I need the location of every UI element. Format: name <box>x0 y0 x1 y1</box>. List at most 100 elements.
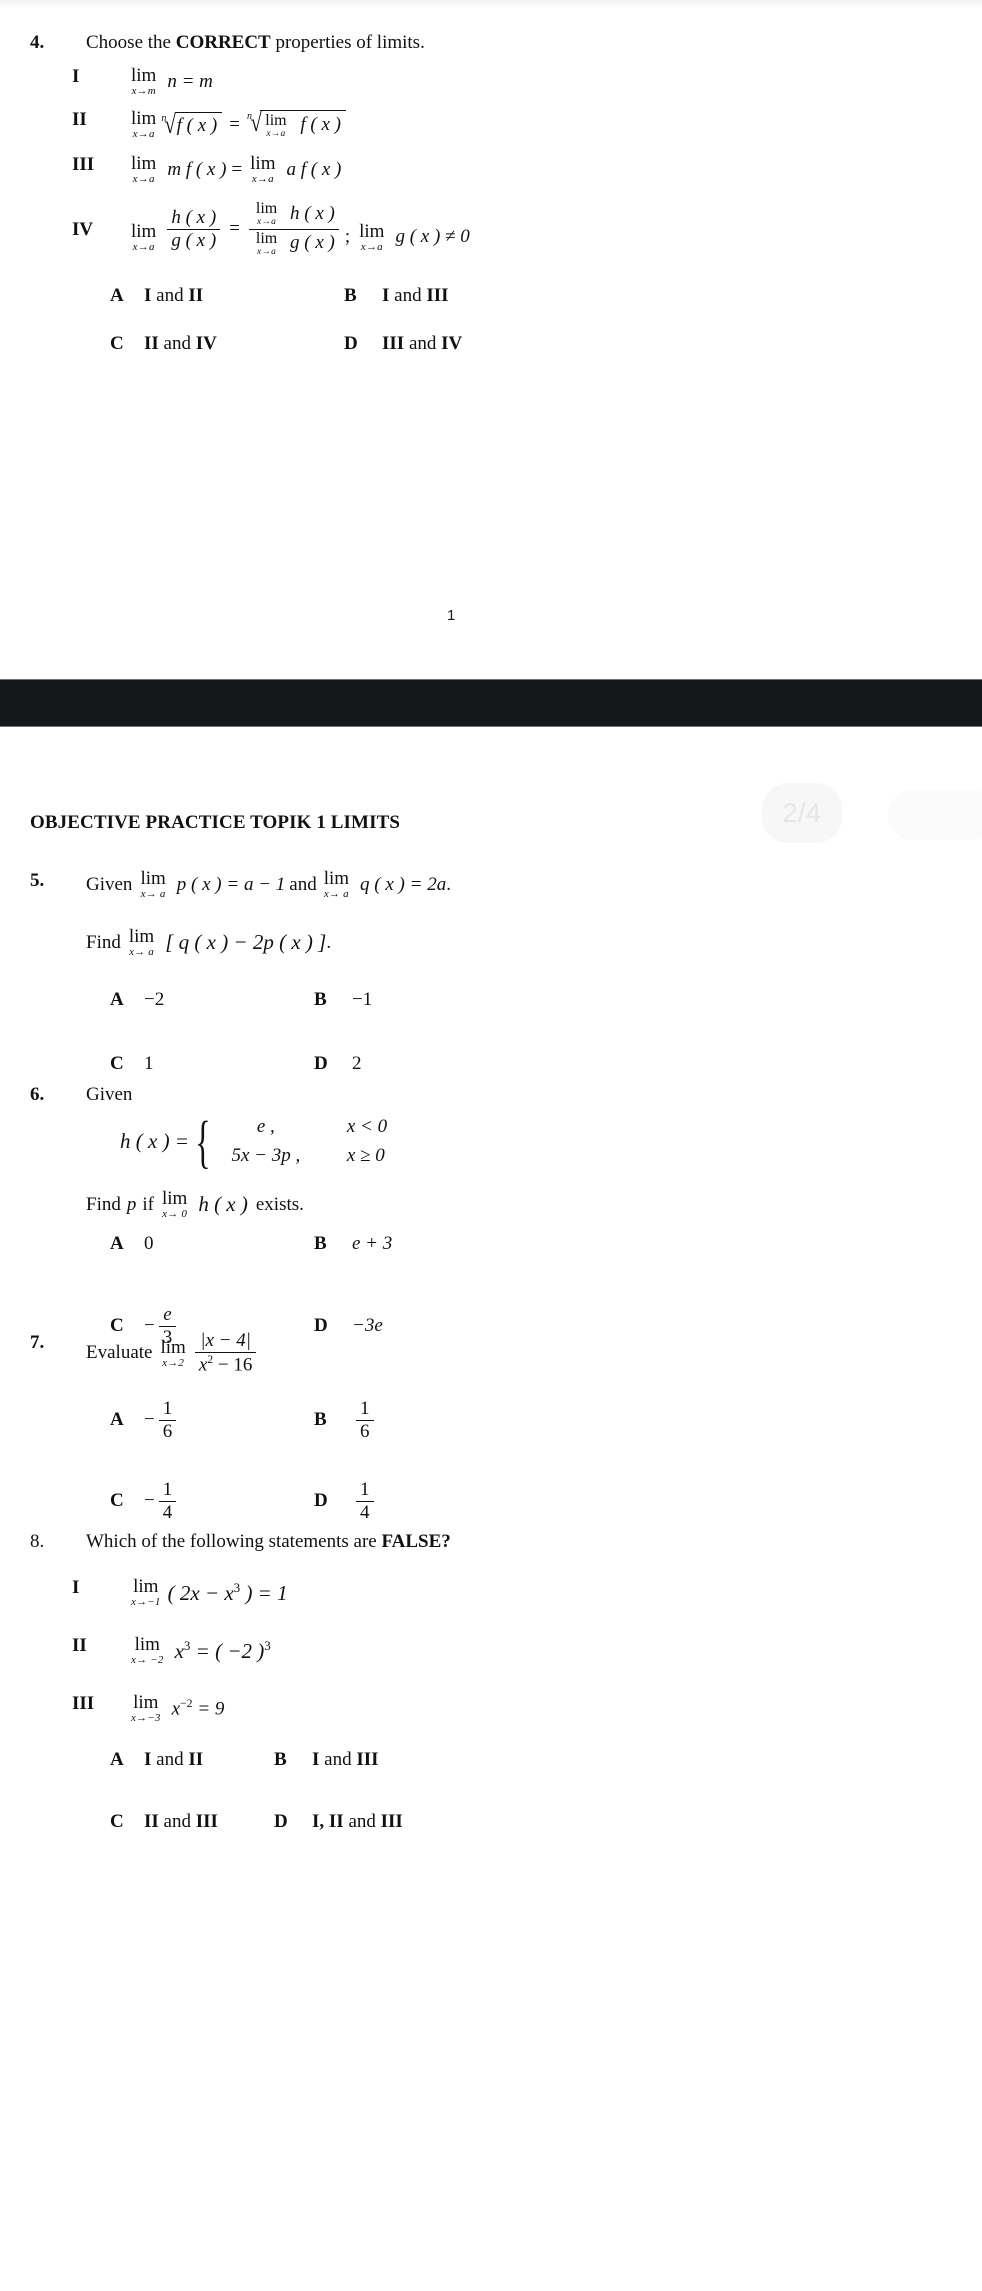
radical-radicand: lim x→a f ( x ) <box>260 109 346 140</box>
statement-3-rhs: a f ( x ) <box>286 158 342 180</box>
semicolon-separator: ; <box>344 226 351 247</box>
option-label-a[interactable]: A <box>110 1749 144 1771</box>
option-value-c[interactable]: 1 <box>144 1053 314 1075</box>
question-5: 5. Given lim x→ a p ( x ) = a − 1 and li… <box>30 869 451 900</box>
option-label-c[interactable]: C <box>110 1490 144 1512</box>
option-label-b[interactable]: B <box>344 285 382 307</box>
statement-3-lhs: m f ( x ) <box>167 158 227 180</box>
option-value-d[interactable]: −3e <box>352 1315 392 1337</box>
option-value-b[interactable]: e + 3 <box>352 1233 392 1255</box>
question-4-prompt-pre: Choose the <box>86 32 176 53</box>
option-label-a[interactable]: A <box>110 285 144 307</box>
radical-rhs: n √ lim x→a f ( x ) <box>247 109 346 140</box>
option-value-d[interactable]: 14 <box>352 1479 378 1523</box>
limit-op-text: lim <box>255 229 278 247</box>
document-scroll-area[interactable]: 4. Choose the CORRECT properties of limi… <box>0 0 982 2291</box>
limit-subscript: x→a <box>257 246 277 257</box>
option-value-b[interactable]: −1 <box>352 989 372 1011</box>
question-6-number: 6. <box>30 1084 45 1105</box>
option-value-b[interactable]: 16 <box>352 1399 378 1442</box>
limit-op-text: lim <box>134 1634 160 1655</box>
document-page-1: 4. Choose the CORRECT properties of limi… <box>0 9 982 679</box>
question-8-prompt-emphasis: FALSE? <box>381 1531 451 1552</box>
statement-roman-ii: II <box>72 109 87 130</box>
question-4-options: A I and II B I and III C II and IV D III… <box>110 285 462 355</box>
option-value-a[interactable]: 0 <box>144 1233 314 1255</box>
limit-op-text: lim <box>160 1336 186 1358</box>
page-indicator-badge[interactable]: 2/4 <box>762 783 842 843</box>
option-value-d[interactable]: I, II and III <box>312 1811 403 1833</box>
limit-subscript: x→m <box>131 85 156 97</box>
fraction-lhs: h ( x ) g ( x ) <box>167 207 221 251</box>
limit-operator: lim x→ −2 <box>131 1635 164 1666</box>
option-label-d[interactable]: D <box>274 1811 312 1833</box>
question-4-prompt-emphasis: CORRECT <box>175 32 271 53</box>
question-6: 6. Given <box>30 1083 132 1108</box>
limit-subscript: x→a <box>132 240 155 253</box>
find-suffix: exists. <box>255 1193 304 1215</box>
option-label-d[interactable]: D <box>314 1053 352 1075</box>
option-label-b[interactable]: B <box>314 1233 352 1255</box>
option-value-d[interactable]: III and IV <box>382 333 462 355</box>
option-label-b[interactable]: B <box>314 1409 352 1431</box>
option-label-b[interactable]: B <box>314 989 352 1011</box>
question-8-number: 8. <box>30 1531 45 1552</box>
limit-operator: lim x→a <box>265 112 286 140</box>
option-value-c[interactable]: II and III <box>144 1811 274 1833</box>
option-label-d[interactable]: D <box>314 1490 352 1512</box>
option-value-a[interactable]: −2 <box>144 989 314 1011</box>
option-value-c[interactable]: −1 4 <box>144 1479 314 1523</box>
question-6-find-line: Find p if lim x→ 0 h ( x ) exists. <box>86 1189 304 1220</box>
limit-subscript: x→a <box>257 217 277 227</box>
radical-radicand: f ( x ) <box>174 111 223 138</box>
option-label-a[interactable]: A <box>110 989 144 1011</box>
limit-op-text: lim <box>131 108 157 129</box>
piecewise-row-1: e , x < 0 <box>211 1112 407 1141</box>
limit-op-text: lim <box>131 65 157 86</box>
question-4-statement-2: II lim x→a n √ f ( x ) = n √ lim x→a f (… <box>72 109 348 140</box>
question-8-prompt: Which of the following statements are FA… <box>86 1530 451 1555</box>
limit-subscript: x→ 0 <box>162 1208 188 1220</box>
option-value-c[interactable]: II and IV <box>144 333 344 355</box>
numerator-fn: h ( x ) <box>290 202 335 224</box>
question-6-given-label: Given <box>86 1084 133 1105</box>
statement-1-body: ( 2x − x3 ) = 1 <box>167 1579 288 1605</box>
option-label-b[interactable]: B <box>274 1749 312 1771</box>
limit-subscript: x→2 <box>162 1356 185 1369</box>
option-value-d[interactable]: 2 <box>352 1053 372 1075</box>
limit-subscript: x→ −2 <box>131 1654 164 1666</box>
question-4-number: 4. <box>30 32 45 53</box>
question-8: 8. Which of the following statements are… <box>30 1530 451 1555</box>
option-value-b[interactable]: I and III <box>382 285 462 307</box>
option-label-c[interactable]: C <box>110 333 144 355</box>
question-8-statement-2: II lim x→ −2 x3 = ( −2 )3 <box>72 1635 271 1666</box>
equals-sign: = <box>229 218 240 239</box>
option-value-a[interactable]: I and II <box>144 285 344 307</box>
page-indicator-side-control[interactable] <box>888 790 982 840</box>
option-label-d[interactable]: D <box>344 333 382 355</box>
option-label-d[interactable]: D <box>314 1315 352 1337</box>
limit-subscript: x→−3 <box>131 1712 161 1724</box>
question-4-statement-4: IV lim x→a h ( x ) g ( x ) = lim x→a h (… <box>72 201 470 257</box>
option-label-a[interactable]: A <box>110 1409 144 1431</box>
limit-op-text: lim <box>131 220 157 242</box>
option-label-a[interactable]: A <box>110 1233 144 1255</box>
piecewise-expression: e , <box>256 1116 275 1137</box>
given-expression-1: p ( x ) = a − 1 <box>176 873 286 895</box>
option-value-b[interactable]: I and III <box>312 1749 403 1771</box>
option-value-a[interactable]: I and II <box>144 1749 274 1771</box>
limit-subscript: x→ a <box>140 888 166 900</box>
find-function: h ( x ) <box>198 1192 248 1216</box>
statement-roman-iii: III <box>72 1693 95 1714</box>
statement-3-expression: lim x→−3 x−2 = 9 <box>128 1693 224 1724</box>
fraction-denominator: x2 − 16 <box>194 1351 257 1375</box>
limit-operator: lim x→ a <box>129 927 154 958</box>
limit-operator: lim x→2 <box>160 1338 185 1369</box>
limit-op-text: lim <box>128 926 155 947</box>
option-value-a[interactable]: −1 6 <box>144 1399 314 1442</box>
radical-lhs: n √ f ( x ) <box>161 111 223 138</box>
limit-operator: lim x→m <box>131 66 156 97</box>
option-label-c[interactable]: C <box>110 1053 144 1075</box>
question-4-prompt: Choose the CORRECT properties of limits. <box>86 31 425 56</box>
option-label-c[interactable]: C <box>110 1811 144 1833</box>
